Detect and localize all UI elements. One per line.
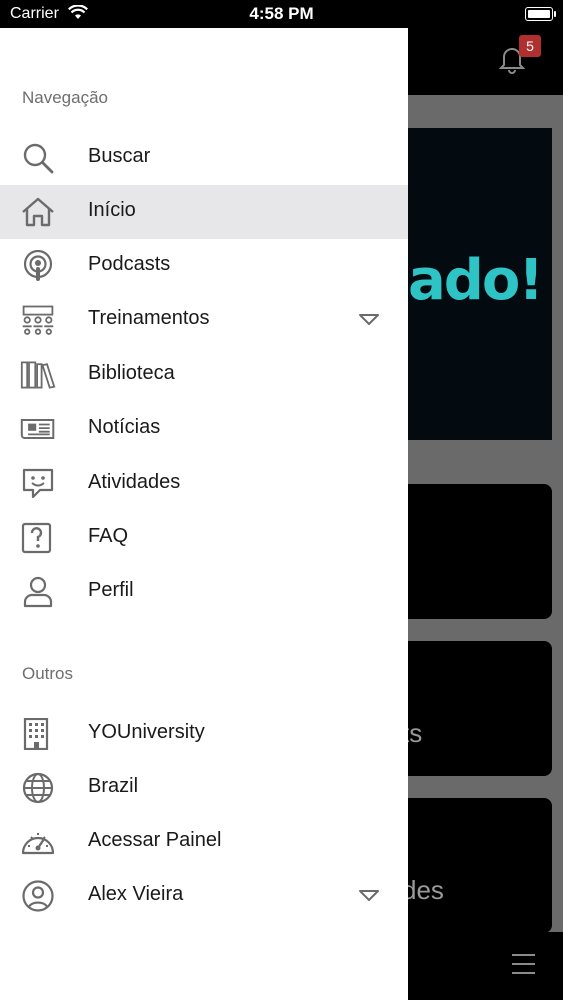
globe-icon [22, 772, 54, 804]
nav-item-label: Atividades [88, 471, 181, 493]
menu-icon[interactable] [512, 954, 535, 981]
banner-text: ado! [408, 248, 544, 313]
dashboard-icon [21, 833, 55, 855]
nav-item-podcasts[interactable]: Podcasts [0, 239, 408, 293]
nav-item-acessar-painel[interactable]: Acessar Painel [0, 815, 408, 869]
chevron-down-icon[interactable] [358, 889, 380, 903]
nav-item-inicio[interactable]: Início [0, 185, 408, 239]
nav-item-alex-vieira[interactable]: Alex Vieira [0, 869, 408, 923]
building-icon [23, 718, 49, 750]
podcast-icon [23, 250, 53, 281]
nav-item-treinamentos[interactable]: Treinamentos [0, 293, 408, 347]
nav-item-label: Acessar Painel [88, 829, 222, 851]
search-icon [23, 143, 54, 174]
user-icon [23, 576, 53, 608]
user-circle-icon [22, 880, 54, 912]
banner-image[interactable]: ado! [400, 128, 552, 440]
clock: 4:58 PM [249, 4, 314, 23]
nav-item-label: Notícias [88, 416, 161, 438]
nav-item-biblioteca[interactable]: Biblioteca [0, 348, 408, 402]
navigation-drawer: Navegação Buscar Início Podcasts Treinam… [0, 28, 408, 1000]
content-card[interactable]: ts [400, 641, 552, 776]
nav-item-label: Brazil [88, 775, 139, 797]
nav-item-buscar[interactable]: Buscar [0, 131, 408, 185]
content-card[interactable]: des [400, 798, 552, 933]
nav-item-noticias[interactable]: Notícias [0, 402, 408, 456]
others-section-title: Outros [22, 664, 74, 683]
status-bar: Carrier 4:58 PM [0, 0, 563, 28]
chevron-down-icon[interactable] [358, 313, 380, 327]
chat-smile-icon [22, 468, 54, 499]
bottom-bar [400, 932, 563, 1000]
content-card[interactable] [400, 484, 552, 619]
card-label: des [402, 875, 444, 905]
home-icon [22, 197, 54, 227]
newspaper-icon [20, 419, 55, 439]
nav-item-perfil[interactable]: Perfil [0, 565, 408, 619]
nav-item-faq[interactable]: FAQ [0, 511, 408, 565]
nav-item-label: Biblioteca [88, 362, 175, 384]
nav-item-label: Perfil [88, 579, 134, 601]
battery-icon [525, 7, 556, 21]
nav-item-label: Podcasts [88, 253, 171, 275]
training-icon [22, 305, 54, 335]
nav-item-label: FAQ [88, 525, 129, 547]
nav-item-label: YOUniversity [88, 721, 205, 743]
nav-item-brazil[interactable]: Brazil [0, 761, 408, 815]
notification-badge: 5 [519, 35, 541, 57]
nav-item-youniversity[interactable]: YOUniversity [0, 707, 408, 761]
nav-item-atividades[interactable]: Atividades [0, 457, 408, 511]
nav-item-label: Treinamentos [88, 307, 210, 329]
nav-item-label: Buscar [88, 145, 151, 167]
question-icon [21, 522, 52, 554]
nav-section-title: Navegação [22, 88, 109, 107]
library-icon [20, 361, 56, 389]
nav-item-label: Início [88, 199, 136, 221]
nav-item-label: Alex Vieira [88, 883, 184, 905]
